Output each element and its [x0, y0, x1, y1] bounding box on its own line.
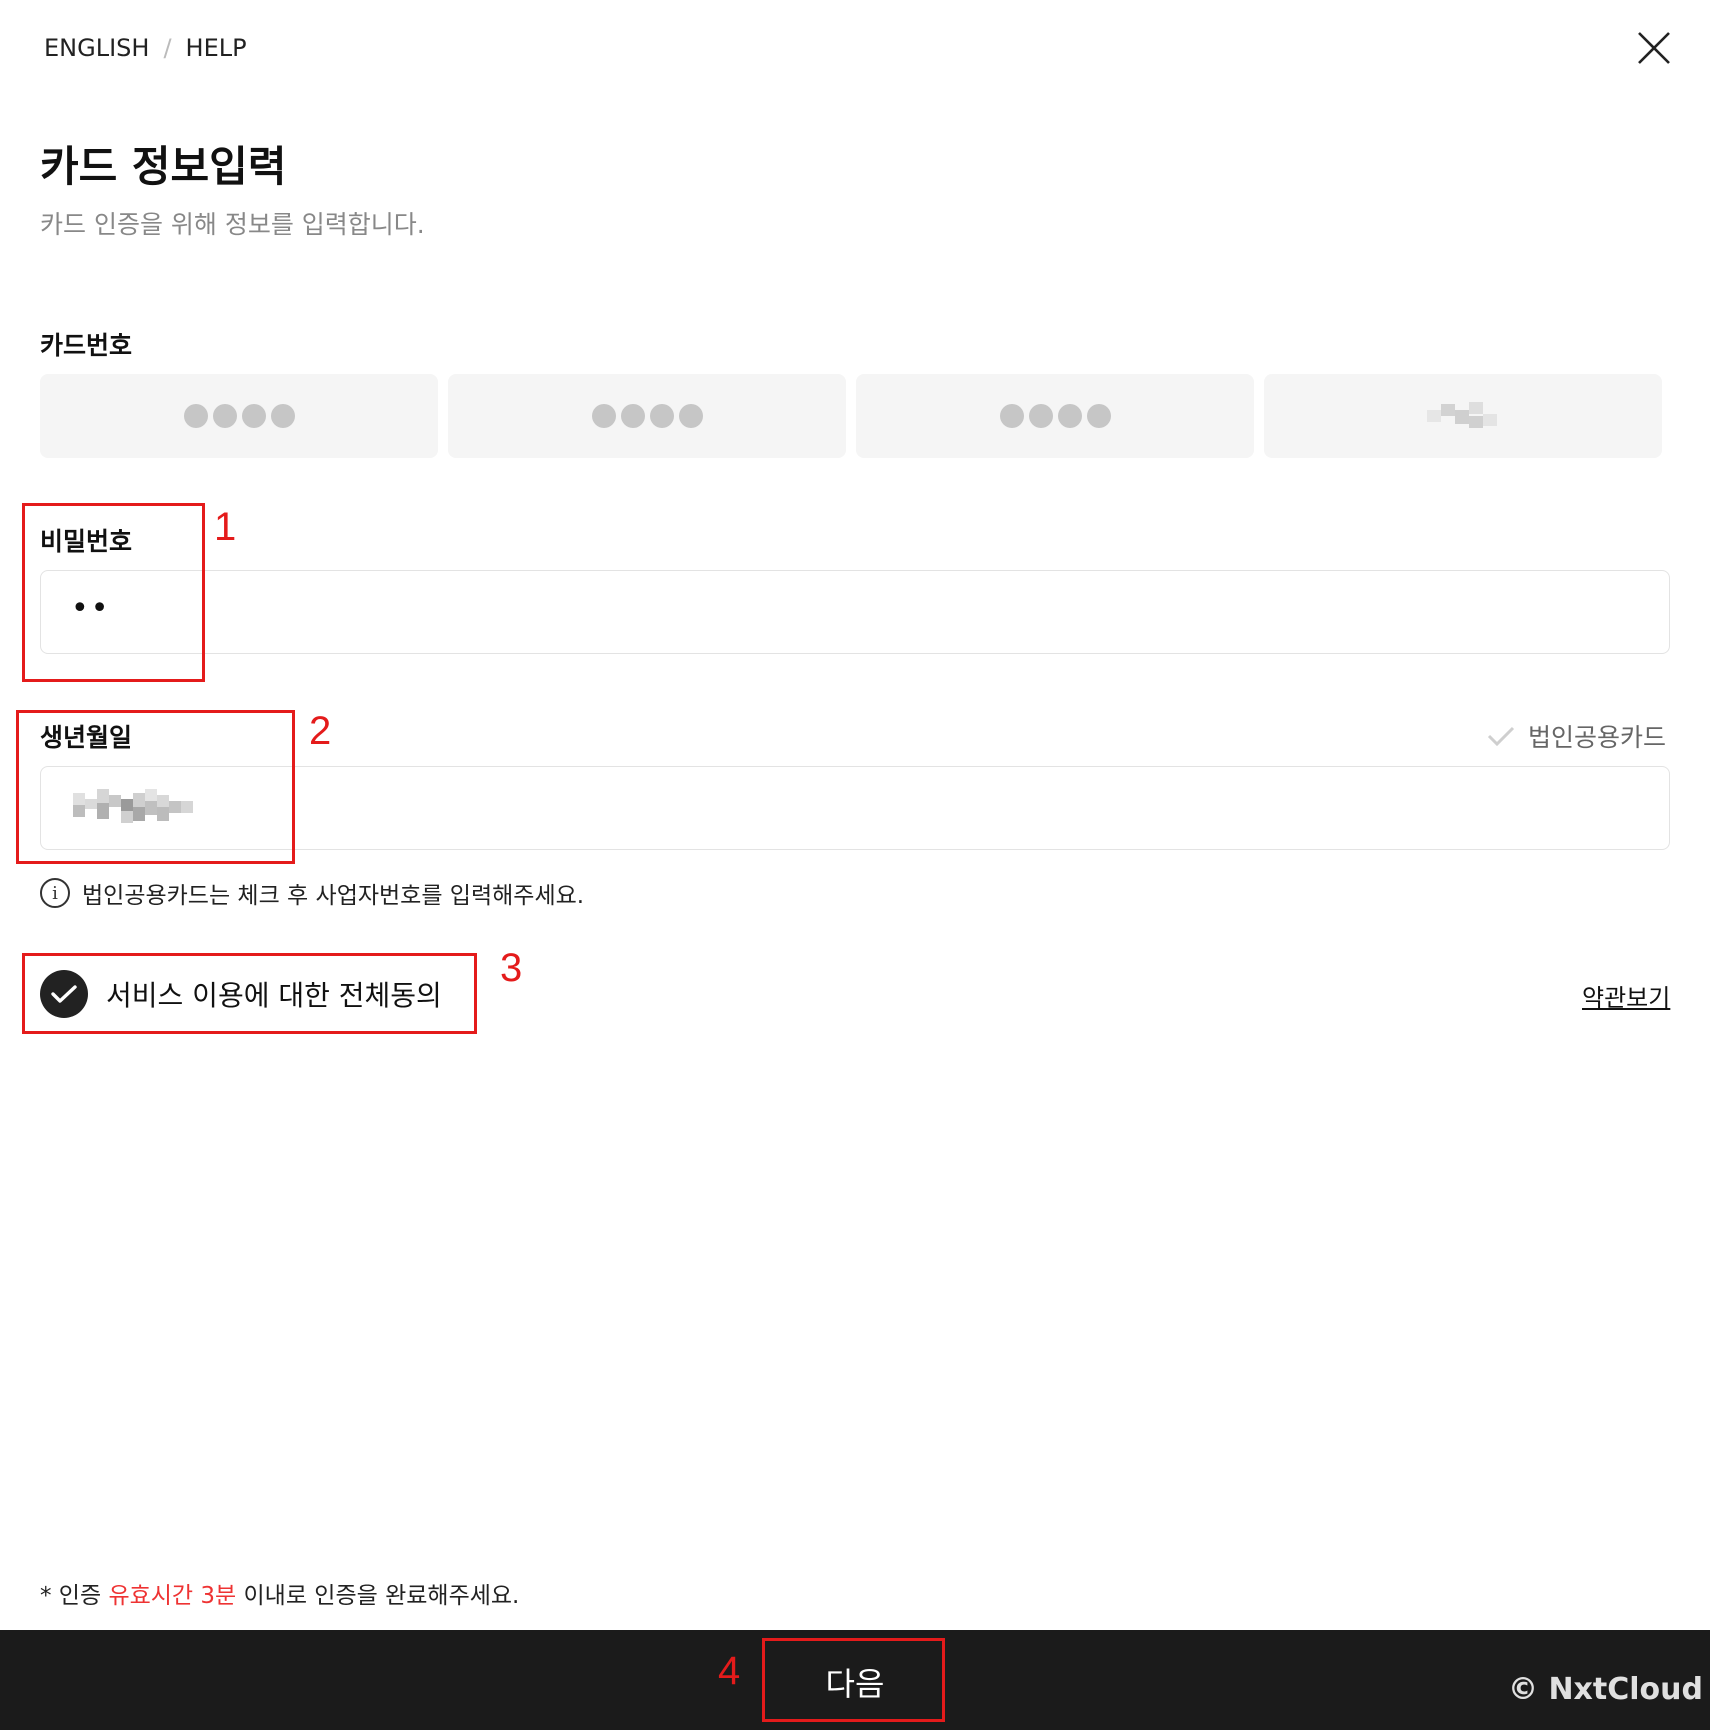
- card-number-field-4[interactable]: [1264, 374, 1662, 458]
- watermark: © NxtCloud: [1508, 1672, 1703, 1707]
- auth-time-notice: * 인증 유효시간 3분 이내로 인증을 완료해주세요.: [40, 1576, 519, 1610]
- english-link[interactable]: ENGLISH: [44, 34, 149, 62]
- help-link[interactable]: HELP: [186, 34, 247, 62]
- top-nav: ENGLISH / HELP: [44, 34, 247, 62]
- info-text: 법인공용카드는 체크 후 사업자번호를 입력해주세요.: [82, 883, 585, 909]
- annotation-box-3: [22, 953, 477, 1034]
- close-icon[interactable]: [1636, 30, 1672, 66]
- card-number-field-3[interactable]: [856, 374, 1254, 458]
- page-title: 카드 정보입력: [40, 142, 287, 191]
- card-number-field-2[interactable]: [448, 374, 846, 458]
- card-number-label: 카드번호: [40, 331, 133, 360]
- info-message: i 법인공용카드는 체크 후 사업자번호를 입력해주세요.: [40, 876, 584, 910]
- footnote-prefix: * 인증: [40, 1583, 109, 1609]
- check-icon: [1487, 726, 1515, 747]
- blurred-digits: [1427, 398, 1499, 434]
- page-subtitle: 카드 인증을 위해 정보를 입력합니다.: [40, 210, 425, 239]
- masked-digits: [591, 404, 703, 428]
- annotation-box-2: [16, 710, 295, 864]
- masked-digits: [999, 404, 1111, 428]
- info-icon: i: [40, 878, 70, 908]
- annotation-number-2: 2: [309, 709, 332, 753]
- card-number-field-1[interactable]: [40, 374, 438, 458]
- annotation-number-3: 3: [500, 946, 523, 990]
- annotation-number-4: 4: [718, 1649, 741, 1693]
- terms-link[interactable]: 약관보기: [1582, 978, 1670, 1013]
- corporate-card-checkbox[interactable]: 법인공용카드: [1486, 718, 1666, 754]
- corporate-card-label: 법인공용카드: [1528, 723, 1667, 752]
- annotation-number-1: 1: [214, 505, 237, 549]
- footnote-highlight: 유효시간 3분: [108, 1583, 237, 1609]
- annotation-box-4: [762, 1638, 945, 1722]
- annotation-box-1: [22, 503, 205, 682]
- footnote-suffix: 이내로 인증을 완료해주세요.: [236, 1583, 520, 1609]
- masked-digits: [183, 404, 295, 428]
- password-input[interactable]: ••: [40, 570, 1670, 654]
- nav-separator: /: [163, 34, 172, 62]
